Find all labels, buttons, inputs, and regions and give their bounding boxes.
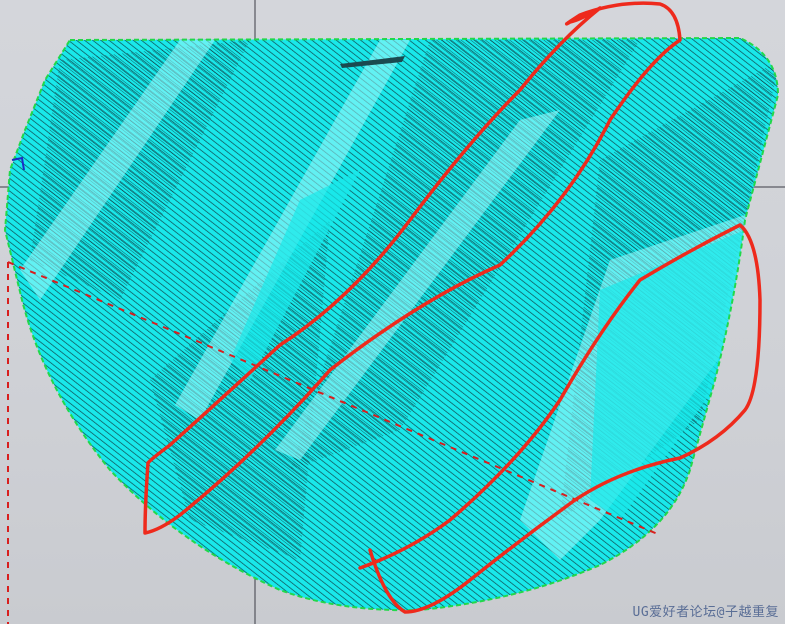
model-canvas[interactable] [0,0,785,624]
graphics-viewport[interactable]: UG爱好者论坛@子越重复 [0,0,785,624]
watermark-text: UG爱好者论坛@子越重复 [632,605,779,620]
part-surface[interactable] [0,0,785,624]
